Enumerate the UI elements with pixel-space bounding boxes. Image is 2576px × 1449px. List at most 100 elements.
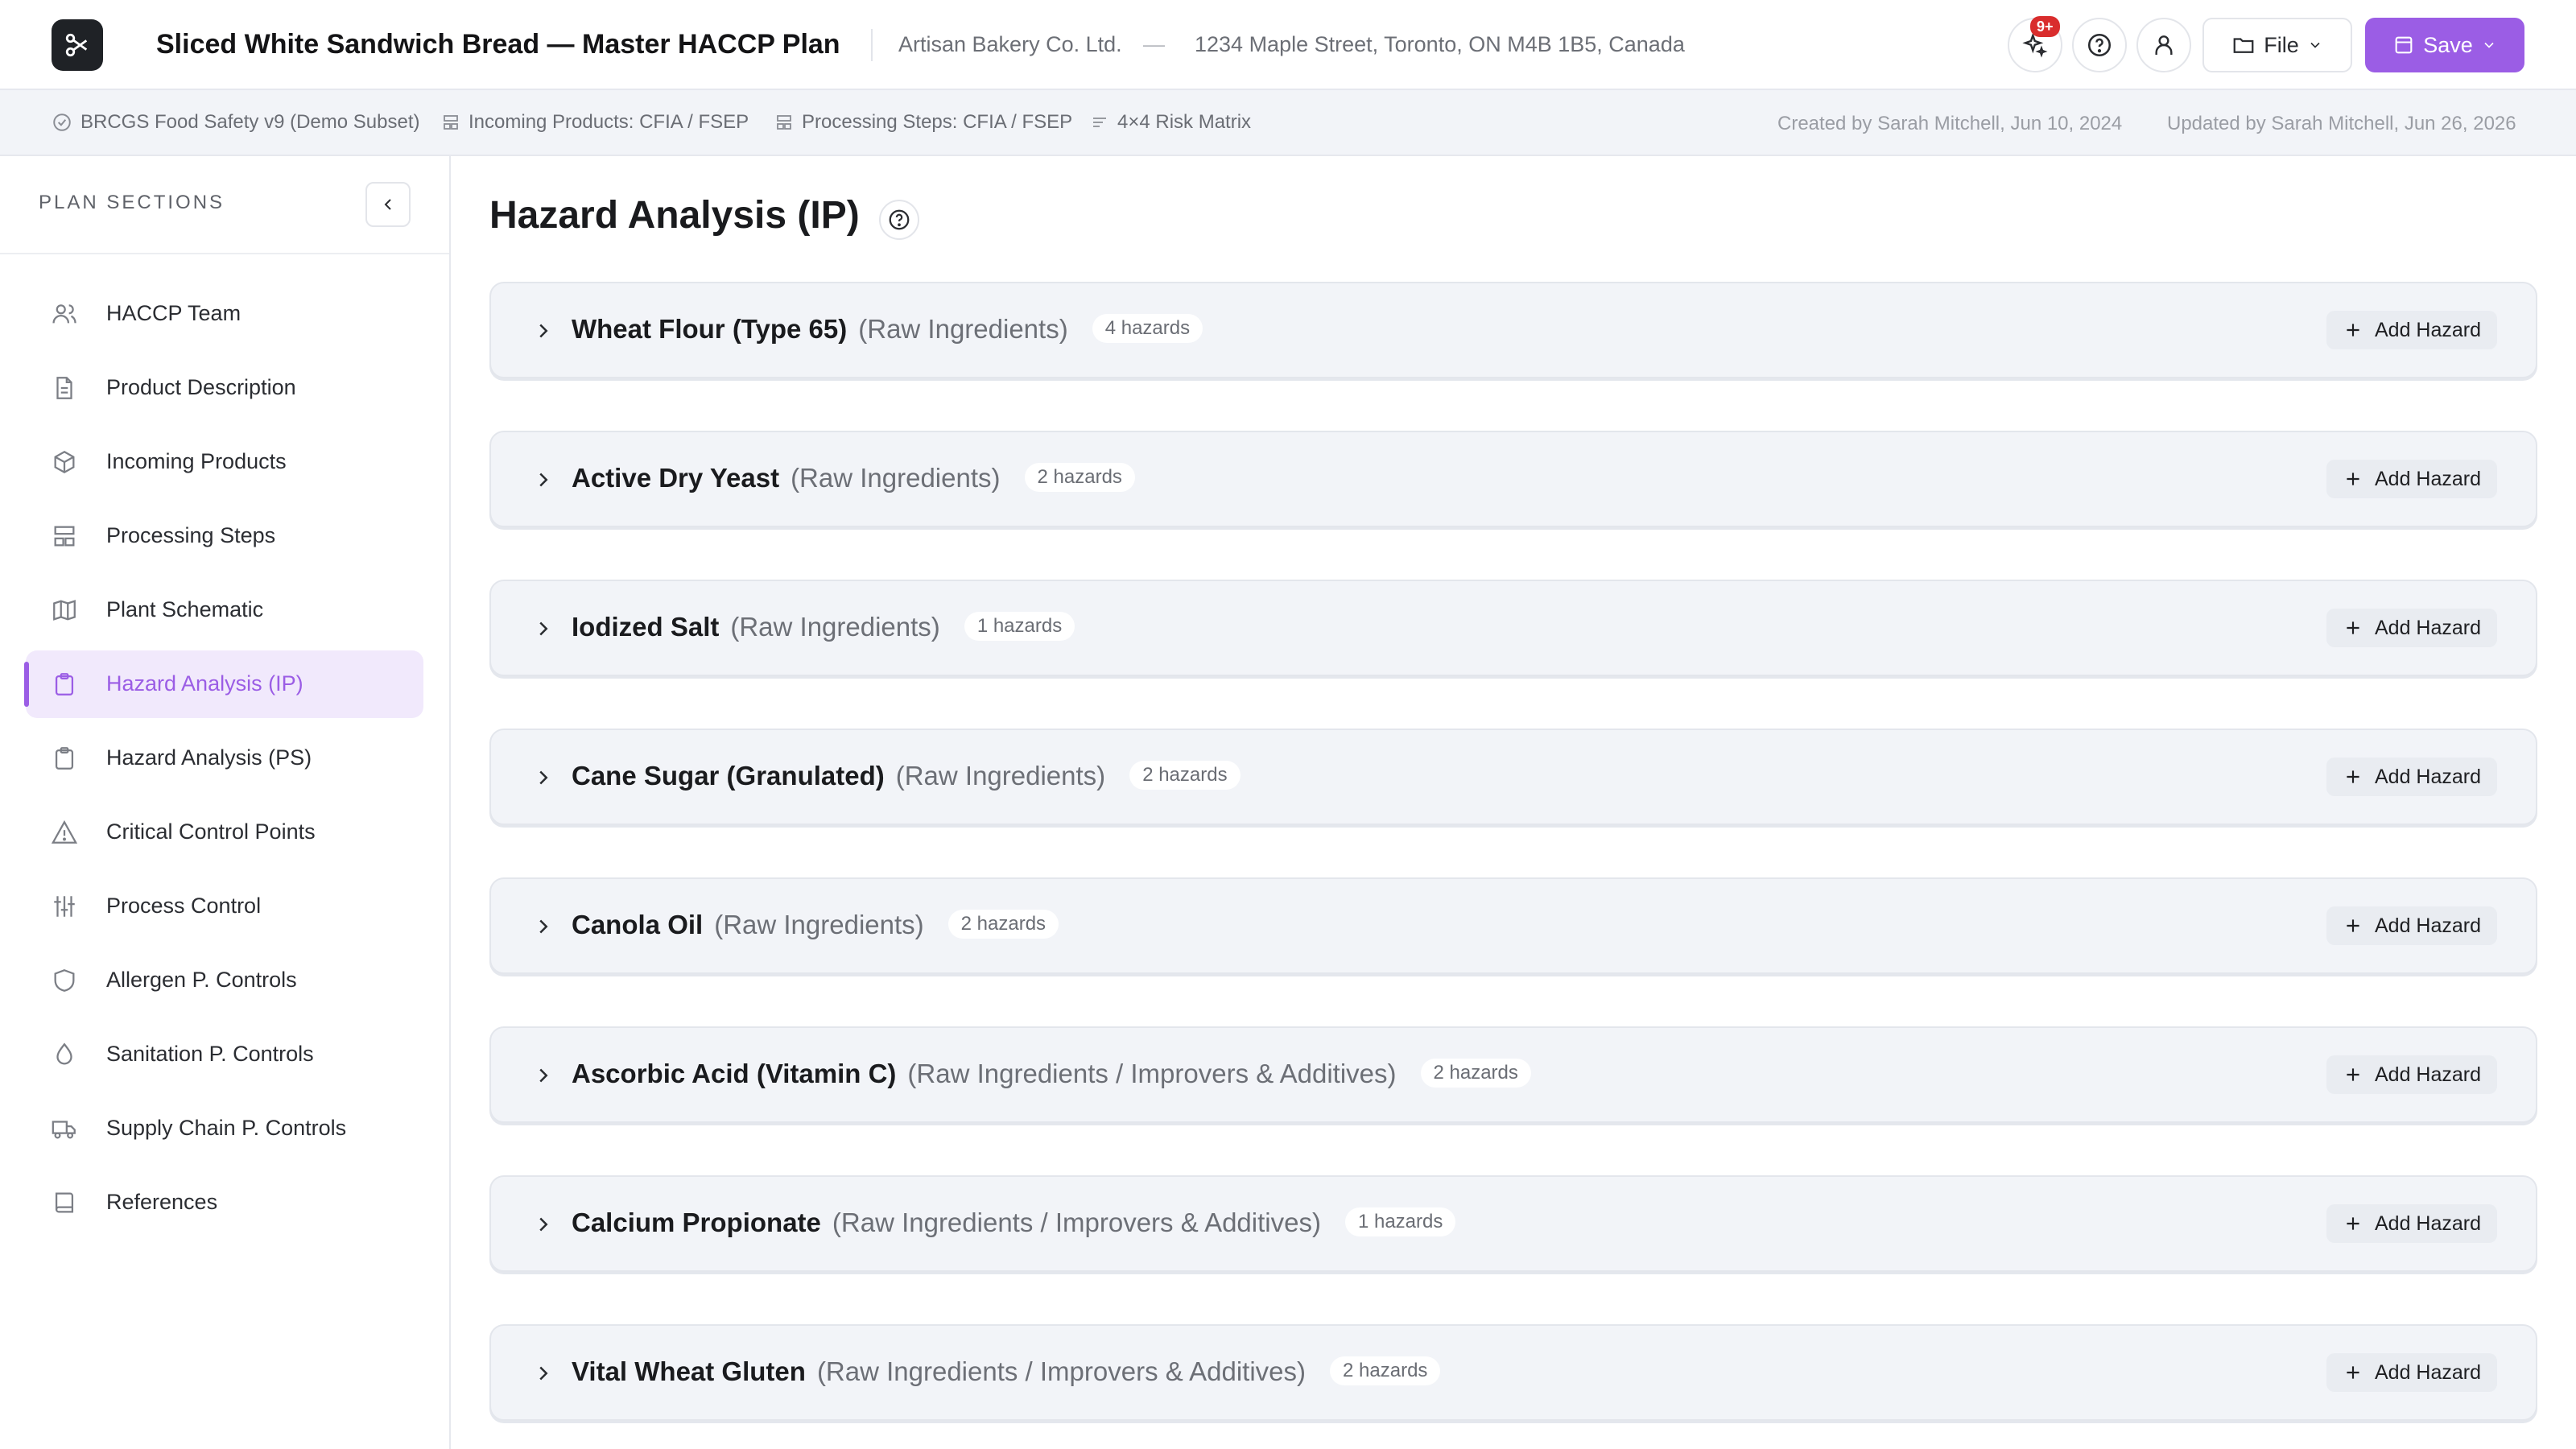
product-category: (Raw Ingredients / Improvers & Additives… <box>832 1208 1321 1237</box>
sidebar-item-process-control[interactable]: Process Control <box>26 873 423 940</box>
sidebar-item-label: Hazard Analysis (IP) <box>106 671 303 696</box>
save-button[interactable]: Save <box>2365 18 2524 72</box>
sidebar-item-label: Critical Control Points <box>106 819 316 844</box>
user-button[interactable] <box>2136 18 2191 72</box>
layout-icon <box>50 522 79 551</box>
help-button[interactable] <box>2072 18 2127 72</box>
add-hazard-button[interactable]: Add Hazard <box>2326 1055 2497 1094</box>
top-bar: Sliced White Sandwich Bread — Master HAC… <box>0 0 2576 90</box>
incoming-label: Incoming Products: CFIA / FSEP <box>469 111 749 133</box>
plus-icon <box>2343 1362 2363 1383</box>
team-icon <box>50 299 79 328</box>
add-hazard-button[interactable]: Add Hazard <box>2326 906 2497 945</box>
app-logo-icon[interactable] <box>52 19 103 71</box>
sliders-icon <box>50 892 79 921</box>
product-name-row: Vital Wheat Gluten (Raw Ingredients / Imp… <box>572 1356 1441 1388</box>
clipboard-icon <box>50 670 79 699</box>
incoming-standard-chip[interactable]: Incoming Products: CFIA / FSEP <box>441 111 749 134</box>
risk-matrix-chip[interactable]: 4×4 Risk Matrix <box>1090 111 1251 134</box>
sidebar-item-sanitation-controls[interactable]: Sanitation P. Controls <box>26 1021 423 1088</box>
lines-icon <box>1090 113 1109 132</box>
box-icon <box>50 448 79 477</box>
header-divider <box>871 29 873 61</box>
chevron-right-icon[interactable] <box>531 1063 555 1088</box>
add-hazard-label: Add Hazard <box>2374 467 2482 490</box>
add-hazard-label: Add Hazard <box>2374 1360 2482 1384</box>
product-card[interactable]: Iodized Salt (Raw Ingredients) 1 hazards A… <box>489 580 2537 676</box>
product-name: Ascorbic Acid (Vitamin C) <box>572 1059 897 1088</box>
save-icon <box>2392 34 2415 56</box>
chevron-left-icon <box>378 195 398 214</box>
product-card[interactable]: Cane Sugar (Granulated) (Raw Ingredients)… <box>489 729 2537 825</box>
sidebar-item-supply-chain-controls[interactable]: Supply Chain P. Controls <box>26 1095 423 1162</box>
add-hazard-button[interactable]: Add Hazard <box>2326 311 2497 349</box>
processing-label: Processing Steps: CFIA / FSEP <box>802 111 1073 133</box>
plan-info-bar: BRCGS Food Safety v9 (Demo Subset) Incom… <box>0 90 2576 156</box>
sidebar-divider <box>0 253 449 254</box>
add-hazard-label: Add Hazard <box>2374 1063 2482 1086</box>
chevron-right-icon[interactable] <box>531 766 555 790</box>
sidebar-item-allergen-controls[interactable]: Allergen P. Controls <box>26 947 423 1014</box>
chevron-right-icon[interactable] <box>531 1361 555 1385</box>
collapse-sidebar-button[interactable] <box>365 182 411 227</box>
product-card[interactable]: Vital Wheat Gluten (Raw Ingredients / Imp… <box>489 1324 2537 1421</box>
add-hazard-button[interactable]: Add Hazard <box>2326 460 2497 498</box>
document-icon <box>50 374 79 402</box>
product-category: (Raw Ingredients) <box>791 463 1001 493</box>
sidebar-item-hazard-analysis-ps[interactable]: Hazard Analysis (PS) <box>26 724 423 792</box>
sidebar-item-label: Incoming Products <box>106 449 287 473</box>
file-menu-button[interactable]: File <box>2202 18 2352 72</box>
main-content: Hazard Analysis (IP) Wheat Flour (Type 6… <box>452 156 2576 1449</box>
add-hazard-button[interactable]: Add Hazard <box>2326 609 2497 647</box>
add-hazard-button[interactable]: Add Hazard <box>2326 1353 2497 1392</box>
product-card[interactable]: Calcium Propionate (Raw Ingredients / Imp… <box>489 1175 2537 1272</box>
sidebar-item-references[interactable]: References <box>26 1169 423 1236</box>
plus-icon <box>2343 915 2363 936</box>
save-label: Save <box>2423 32 2473 57</box>
standard-label: BRCGS Food Safety v9 (Demo Subset) <box>80 111 420 133</box>
plan-title: Sliced White Sandwich Bread — Master HAC… <box>156 29 840 60</box>
sidebar-item-label: HACCP Team <box>106 301 242 325</box>
hazard-count-badge: 2 hazards <box>1330 1356 1441 1386</box>
product-name-row: Wheat Flour (Type 65) (Raw Ingredients) 4 … <box>572 314 1203 345</box>
chevron-right-icon[interactable] <box>531 319 555 343</box>
product-category: (Raw Ingredients / Improvers & Additives… <box>907 1059 1397 1088</box>
add-hazard-button[interactable]: Add Hazard <box>2326 1204 2497 1243</box>
chevron-right-icon[interactable] <box>531 914 555 939</box>
sidebar-item-product-description[interactable]: Product Description <box>26 354 423 422</box>
sidebar-item-processing-steps[interactable]: Processing Steps <box>26 502 423 570</box>
sidebar-item-plant-schematic[interactable]: Plant Schematic <box>26 576 423 644</box>
chevron-right-icon[interactable] <box>531 617 555 641</box>
plus-icon <box>2343 617 2363 638</box>
sidebar-item-hazard-analysis-ip[interactable]: Hazard Analysis (IP) <box>24 650 423 718</box>
header-dash: — <box>1143 32 1165 56</box>
product-card[interactable]: Active Dry Yeast (Raw Ingredients) 2 hazar… <box>489 431 2537 527</box>
sidebar-item-critical-control-points[interactable]: Critical Control Points <box>26 799 423 866</box>
grid-icon <box>774 113 794 132</box>
chevron-right-icon[interactable] <box>531 468 555 492</box>
section-help-button[interactable] <box>879 200 919 240</box>
droplet-icon <box>50 1040 79 1069</box>
chevron-right-icon[interactable] <box>531 1212 555 1236</box>
sidebar-item-haccp-team[interactable]: HACCP Team <box>26 280 423 348</box>
sidebar-item-label: Processing Steps <box>106 523 276 547</box>
add-hazard-button[interactable]: Add Hazard <box>2326 758 2497 796</box>
plus-icon <box>2343 1064 2363 1085</box>
created-meta: Created by Sarah Mitchell, Jun 10, 2024 <box>1777 113 2123 134</box>
company-address: 1234 Maple Street, Toronto, ON M4B 1B5, … <box>1195 32 1685 56</box>
product-card[interactable]: Canola Oil (Raw Ingredients) 2 hazards Add… <box>489 877 2537 974</box>
standard-chip[interactable]: BRCGS Food Safety v9 (Demo Subset) <box>52 111 420 134</box>
hazard-count-badge: 1 hazards <box>964 612 1075 642</box>
product-name: Cane Sugar (Granulated) <box>572 761 885 791</box>
folder-icon <box>2231 33 2256 57</box>
sidebar-item-incoming-products[interactable]: Incoming Products <box>26 428 423 496</box>
sidebar-heading: PLAN SECTIONS <box>39 192 225 213</box>
product-card[interactable]: Ascorbic Acid (Vitamin C) (Raw Ingredient… <box>489 1026 2537 1123</box>
chevron-down-icon <box>2307 37 2323 53</box>
product-category: (Raw Ingredients) <box>714 910 924 939</box>
product-name: Canola Oil <box>572 910 704 939</box>
product-card[interactable]: Wheat Flour (Type 65) (Raw Ingredients) 4 … <box>489 282 2537 378</box>
processing-standard-chip[interactable]: Processing Steps: CFIA / FSEP <box>774 111 1072 134</box>
product-category: (Raw Ingredients) <box>730 612 940 642</box>
product-name-row: Calcium Propionate (Raw Ingredients / Imp… <box>572 1208 1456 1239</box>
